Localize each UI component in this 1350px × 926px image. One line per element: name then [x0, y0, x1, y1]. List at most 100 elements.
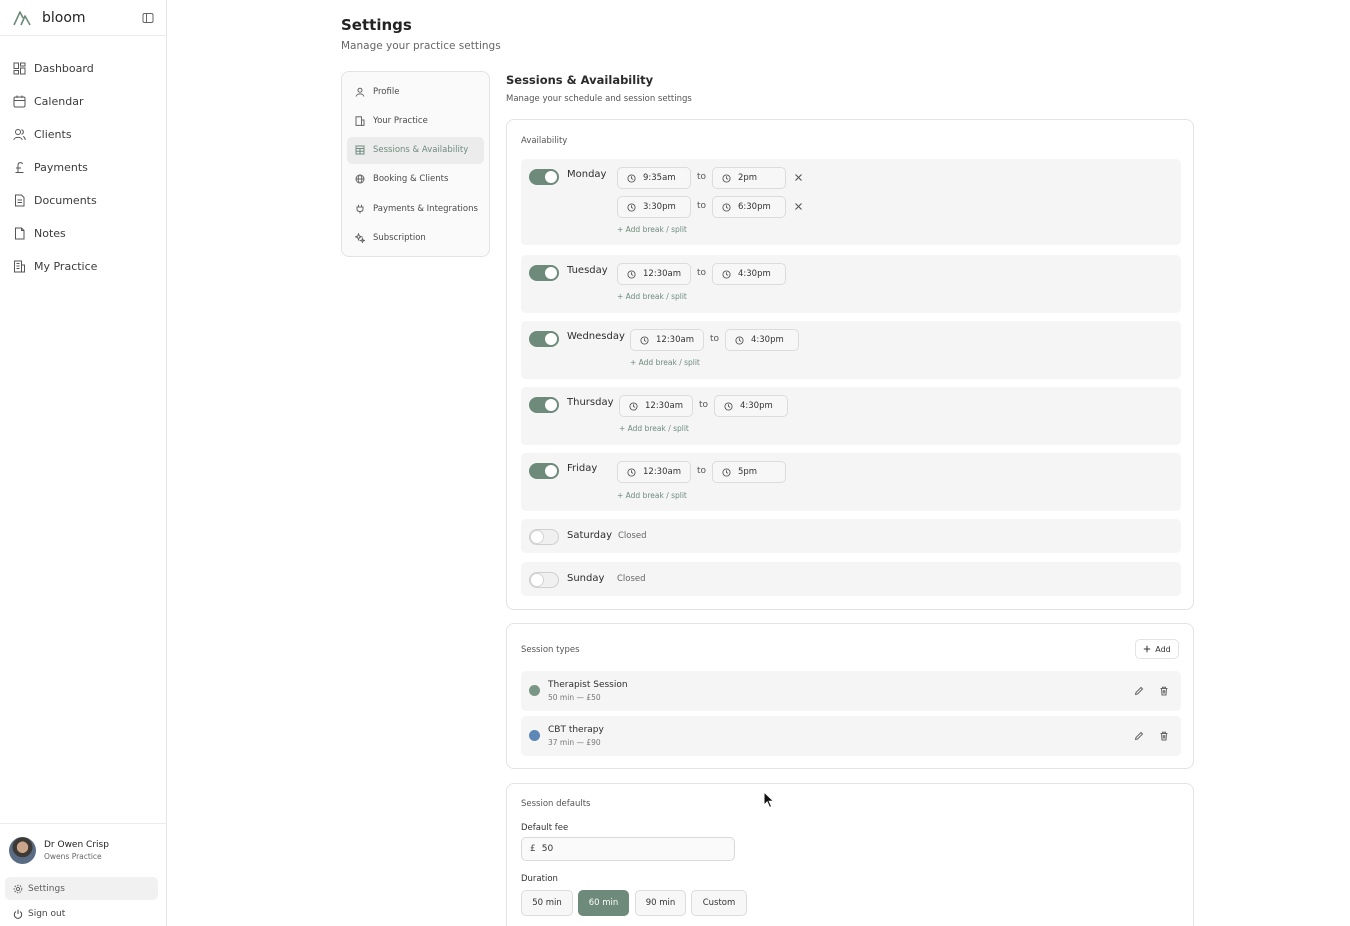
add-break-link[interactable]: + Add break / split [619, 424, 689, 433]
sidebar: bloom Dashboard Calendar Clients Payment… [0, 0, 167, 926]
nav-item-clients[interactable]: Clients [0, 118, 166, 151]
add-break-link[interactable]: + Add break / split [617, 491, 687, 500]
user-profile[interactable]: Dr Owen Crisp Owens Practice [0, 823, 166, 864]
session-color-dot [529, 730, 540, 741]
day-row-saturday: Saturday Closed [521, 519, 1181, 553]
nav-item-calendar[interactable]: Calendar [0, 85, 166, 118]
duration-custom-button[interactable]: Custom [691, 890, 747, 916]
nav-item-payments[interactable]: Payments [0, 151, 166, 184]
avatar [9, 836, 36, 864]
session-type-name: CBT therapy [548, 725, 604, 735]
gear-icon [13, 884, 23, 893]
time-value: 12:30am [643, 467, 681, 477]
add-break-link[interactable]: + Add break / split [617, 292, 687, 301]
sidebar-collapse-icon[interactable] [142, 12, 154, 24]
nav-item-documents[interactable]: Documents [0, 184, 166, 217]
time-value: 12:30am [645, 401, 683, 411]
pencil-icon[interactable] [1134, 686, 1144, 696]
page-title: Settings [341, 16, 412, 34]
thursday-end-time[interactable]: 4:30pm [714, 395, 788, 417]
time-value: 4:30pm [738, 269, 771, 279]
session-defaults-label: Session defaults [521, 799, 591, 809]
day-name: Monday [567, 169, 607, 180]
add-break-link[interactable]: + Add break / split [617, 225, 687, 234]
to-label: to [699, 400, 709, 410]
monday-toggle[interactable] [529, 169, 559, 185]
subnav-item-payments-integrations[interactable]: Payments & Integrations [347, 195, 484, 222]
subnav-item-sessions-availability[interactable]: Sessions & Availability [347, 136, 484, 164]
closed-label: Closed [617, 574, 646, 584]
user-icon [355, 87, 365, 97]
subnav-label: Your Practice [373, 115, 428, 126]
clock-icon [722, 269, 731, 279]
sparkle-icon [355, 232, 365, 243]
nav-item-label: Payments [34, 161, 88, 174]
clock-icon [722, 173, 731, 183]
session-type-row[interactable]: CBT therapy 37 min — £90 [521, 716, 1181, 756]
to-label: to [697, 466, 707, 476]
friday-start-time[interactable]: 12:30am [617, 461, 691, 483]
monday-end-time-2[interactable]: 6:30pm [712, 196, 786, 218]
close-icon[interactable] [794, 202, 804, 212]
tuesday-end-time[interactable]: 4:30pm [712, 263, 786, 285]
day-row-wednesday: Wednesday 12:30am to 4:30pm + Add break … [521, 321, 1181, 379]
subnav-label: Sessions & Availability [373, 145, 469, 156]
settings-label: Settings [28, 883, 65, 894]
default-fee-input[interactable]: £ 50 [521, 837, 735, 861]
document-icon [13, 194, 26, 207]
thursday-toggle[interactable] [529, 397, 559, 413]
to-label: to [697, 172, 707, 182]
nav-item-dashboard[interactable]: Dashboard [0, 52, 166, 85]
session-type-name: Therapist Session [548, 680, 628, 690]
calendar-icon [13, 95, 26, 108]
availability-label: Availability [521, 136, 568, 146]
nav-item-notes[interactable]: Notes [0, 217, 166, 250]
add-break-link[interactable]: + Add break / split [630, 358, 700, 367]
dashboard-grid-icon [13, 62, 26, 75]
session-color-dot [529, 685, 540, 696]
session-defaults-card: Session defaults Default fee £ 50 Durati… [506, 783, 1194, 926]
building-icon [13, 260, 26, 273]
sign-out-link[interactable]: Sign out [13, 909, 65, 919]
time-value: 12:30am [656, 335, 694, 345]
duration-60-button[interactable]: 60 min [578, 890, 629, 916]
session-type-row[interactable]: Therapist Session 50 min — £50 [521, 671, 1181, 711]
nav-item-my-practice[interactable]: My Practice [0, 250, 166, 283]
subnav-label: Booking & Clients [373, 174, 449, 185]
wednesday-toggle[interactable] [529, 331, 559, 347]
sunday-toggle[interactable] [529, 572, 559, 588]
time-value: 9:35am [643, 173, 676, 183]
clock-icon [627, 173, 636, 183]
day-name: Wednesday [567, 331, 625, 342]
monday-end-time-1[interactable]: 2pm [712, 167, 786, 189]
friday-toggle[interactable] [529, 463, 559, 479]
trash-icon[interactable] [1159, 731, 1169, 741]
monday-start-time-2[interactable]: 3:30pm [617, 196, 691, 218]
session-type-detail: 37 min — £90 [548, 738, 601, 747]
thursday-start-time[interactable]: 12:30am [619, 395, 693, 417]
saturday-toggle[interactable] [529, 529, 559, 545]
tuesday-start-time[interactable]: 12:30am [617, 263, 691, 285]
nav-item-settings[interactable]: Settings [5, 877, 158, 900]
trash-icon[interactable] [1159, 686, 1169, 696]
day-row-tuesday: Tuesday 12:30am to 4:30pm + Add break / … [521, 255, 1181, 313]
tuesday-toggle[interactable] [529, 265, 559, 281]
plus-icon [1144, 645, 1151, 653]
to-label: to [697, 268, 707, 278]
add-session-type-button[interactable]: Add [1135, 639, 1179, 659]
brand-header: bloom [0, 0, 166, 36]
subnav-item-profile[interactable]: Profile [347, 78, 484, 105]
subnav-item-subscription[interactable]: Subscription [347, 224, 484, 251]
subnav-item-booking-clients[interactable]: Booking & Clients [347, 166, 484, 193]
wednesday-start-time[interactable]: 12:30am [630, 329, 704, 351]
to-label: to [710, 334, 720, 344]
monday-start-time-1[interactable]: 9:35am [617, 167, 691, 189]
pencil-icon[interactable] [1134, 731, 1144, 741]
wednesday-end-time[interactable]: 4:30pm [725, 329, 799, 351]
friday-end-time[interactable]: 5pm [712, 461, 786, 483]
subnav-item-your-practice[interactable]: Your Practice [347, 107, 484, 134]
duration-90-button[interactable]: 90 min [635, 890, 686, 916]
mouse-cursor-icon [763, 791, 775, 809]
close-icon[interactable] [794, 173, 804, 183]
duration-50-button[interactable]: 50 min [521, 890, 573, 916]
